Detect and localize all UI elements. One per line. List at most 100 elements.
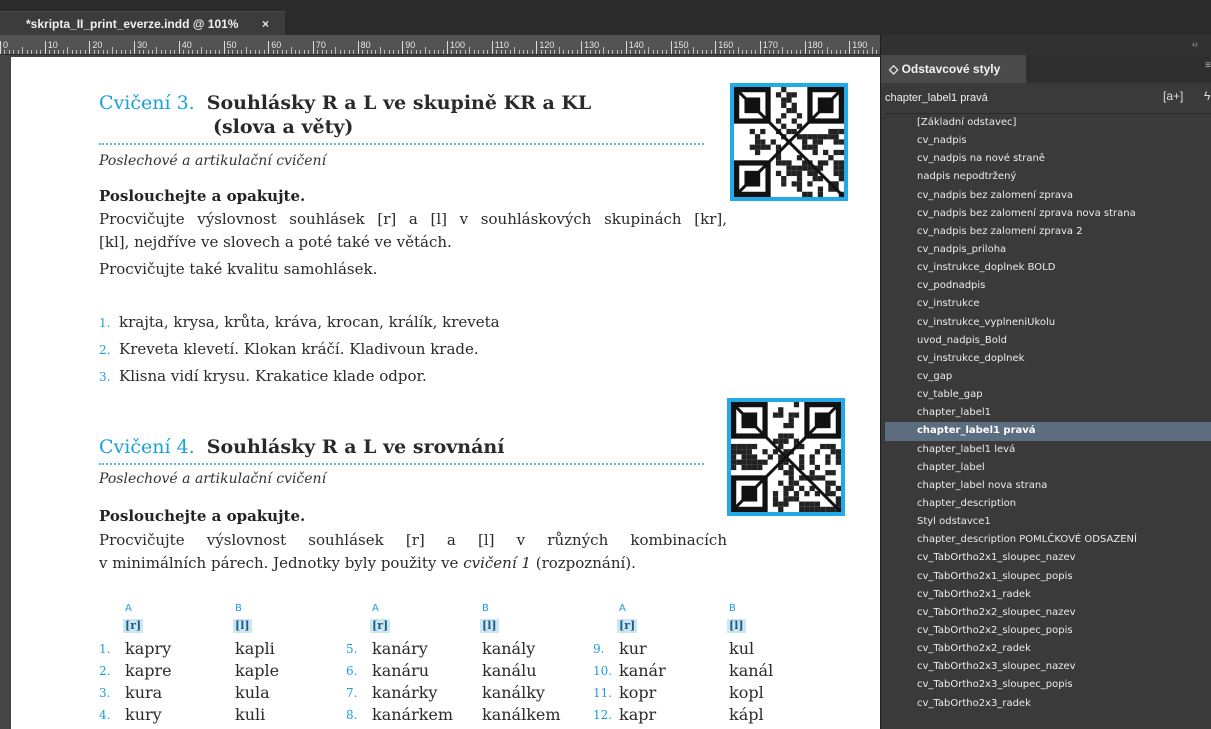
ruler-minor-tick	[93, 50, 95, 54]
style-item[interactable]: cv_nadpis_priloha	[885, 241, 1211, 259]
style-item[interactable]: cv_gap	[885, 368, 1211, 386]
style-item[interactable]: [Základní odstavec]	[885, 114, 1211, 132]
ruler-minor-tick	[661, 50, 663, 54]
ruler-minor-tick	[692, 47, 694, 54]
style-item[interactable]: cv_TabOrtho2x2_sloupec_nazev	[885, 604, 1211, 622]
style-item[interactable]: chapter_label1 pravá	[885, 422, 1211, 441]
ruler-minor-tick	[710, 50, 712, 54]
style-item[interactable]: cv_nadpis bez zalomení zprava	[885, 187, 1211, 205]
paragraph-styles-tab[interactable]: ◇ Odstavcové styly	[881, 55, 1026, 83]
list-item: 3. Klisna vidí krysu. Krakatice klade odp…	[99, 367, 427, 385]
style-item[interactable]: chapter_label nova strana	[885, 477, 1211, 495]
ruler-minor-tick	[201, 47, 203, 54]
style-item[interactable]: chapter_label1 levá	[885, 441, 1211, 459]
ruler-minor-tick	[107, 50, 109, 54]
ruler-minor-tick	[71, 50, 73, 54]
style-item[interactable]: cv_instrukce	[885, 295, 1211, 313]
ruler-minor-tick	[397, 50, 399, 54]
collapse-panel-icon[interactable]: ‹‹	[1192, 39, 1198, 49]
ruler-minor-tick	[594, 50, 596, 54]
column-head-a: A	[125, 603, 132, 614]
style-item[interactable]: cv_TabOrtho2x2_sloupec_popis	[885, 622, 1211, 640]
horizontal-ruler[interactable]: 0 10 20 30 40 50 60 70 80 90 100 110 120 130 140 150 160…	[0, 35, 880, 55]
ruler-minor-tick	[531, 50, 533, 54]
style-item[interactable]: cv_TabOrtho2x1_sloupec_nazev	[885, 549, 1211, 567]
qr-code-placeholder[interactable]	[727, 398, 845, 516]
ruler-minor-tick	[482, 50, 484, 54]
new-style-icon[interactable]: [a+]	[1163, 89, 1183, 103]
ruler-minor-tick	[733, 50, 735, 54]
ruler-minor-tick	[621, 50, 623, 54]
ruler-minor-tick	[183, 50, 185, 54]
paragraph-style-list[interactable]: [Základní odstavec] cv_nadpis cv_nadpis na…	[885, 113, 1211, 713]
style-item[interactable]: chapter_label	[885, 459, 1211, 477]
ruler-minor-tick	[616, 50, 618, 54]
ruler-minor-tick	[420, 50, 422, 54]
list-item-number: 2.	[99, 343, 111, 357]
ruler-minor-tick	[53, 50, 55, 54]
ruler-minor-tick	[227, 50, 229, 54]
exercise-3-subtitle: Poslechové a artikulační cvičení	[99, 153, 327, 169]
ruler-minor-tick	[84, 50, 86, 54]
ruler-minor-tick	[862, 50, 864, 54]
style-item[interactable]: cv_TabOrtho2x3_sloupec_nazev	[885, 658, 1211, 676]
ruler-minor-tick	[630, 50, 632, 54]
ruler-label: 50	[223, 41, 237, 54]
style-item[interactable]: cv_TabOrtho2x1_sloupec_popis	[885, 568, 1211, 586]
ruler-minor-tick	[822, 50, 824, 54]
ruler-minor-tick	[840, 50, 842, 54]
style-item[interactable]: cv_instrukce_vyplneniUkolu	[885, 314, 1211, 332]
style-item[interactable]: cv_TabOrtho2x3_sloupec_popis	[885, 676, 1211, 694]
ruler-minor-tick	[214, 50, 216, 54]
ruler-minor-tick	[746, 50, 748, 54]
style-item[interactable]: chapter_description	[885, 495, 1211, 513]
style-item[interactable]: cv_nadpis bez zalomení zprava nova stran…	[885, 205, 1211, 223]
style-item[interactable]: cv_nadpis na nové straně	[885, 150, 1211, 168]
ruler-minor-tick	[809, 50, 811, 54]
style-item[interactable]: cv_instrukce_doplnek BOLD	[885, 259, 1211, 277]
ruler-minor-tick	[442, 50, 444, 54]
ruler-minor-tick	[174, 50, 176, 54]
style-item[interactable]: Styl odstavce1	[885, 513, 1211, 531]
word-a: kapry	[125, 639, 172, 658]
style-item[interactable]: chapter_description POMLČKOVÉ ODSAZENÍ	[885, 531, 1211, 549]
qr-code-icon	[731, 402, 841, 512]
ruler-minor-tick	[612, 50, 614, 54]
style-item[interactable]: cv_TabOrtho2x3_radek	[885, 695, 1211, 713]
ruler-minor-tick	[236, 50, 238, 54]
list-item: 2. Kreveta klevetí. Klokan kráčí. Kladivo…	[99, 340, 479, 358]
ruler-minor-tick	[607, 50, 609, 54]
style-item[interactable]: cv_table_gap	[885, 386, 1211, 404]
document-page[interactable]: Cvičení 3. Souhlásky R a L ve skupině KR…	[11, 57, 880, 729]
close-icon[interactable]: ×	[262, 17, 269, 31]
style-item[interactable]: cv_podnadpis	[885, 277, 1211, 295]
ruler-label: 80	[357, 41, 371, 54]
document-canvas[interactable]: Cvičení 3. Souhlásky R a L ve skupině KR…	[0, 55, 880, 729]
style-item[interactable]: cv_nadpis	[885, 132, 1211, 150]
panel-menu-icon[interactable]: ≡	[1205, 60, 1211, 71]
style-item[interactable]: cv_instrukce_doplnek	[885, 350, 1211, 368]
style-item[interactable]: cv_TabOrtho2x1_radek	[885, 586, 1211, 604]
style-item[interactable]: chapter_label1	[885, 404, 1211, 422]
style-item[interactable]: uvod_nadpis_Bold	[885, 332, 1211, 350]
ruler-minor-tick	[643, 50, 645, 54]
document-tab[interactable]: *skripta_II_print_everze.indd @ 101% ×	[0, 11, 285, 35]
ruler-minor-tick	[375, 50, 377, 54]
ruler-minor-tick	[49, 50, 51, 54]
ruler-minor-tick	[232, 50, 234, 54]
style-item[interactable]: cv_nadpis bez zalomení zprava 2	[885, 223, 1211, 241]
word-b: kaple	[235, 661, 280, 680]
quick-apply-icon[interactable]: ϟ	[1204, 89, 1210, 103]
style-item[interactable]: nadpis nepodtržený	[885, 168, 1211, 186]
ruler-minor-tick	[487, 50, 489, 54]
phoneme-badge-r: [r]	[617, 619, 638, 633]
ruler-minor-tick	[219, 50, 221, 54]
ruler-minor-tick	[353, 50, 355, 54]
paragraph-text: (rozpoznání).	[530, 554, 636, 572]
word-a: kura	[125, 683, 163, 702]
word-a: kapre	[125, 661, 172, 680]
ruler-minor-tick	[666, 50, 668, 54]
ruler-minor-tick	[844, 50, 846, 54]
qr-code-placeholder[interactable]	[730, 83, 848, 201]
style-item[interactable]: cv_TabOrtho2x2_radek	[885, 640, 1211, 658]
